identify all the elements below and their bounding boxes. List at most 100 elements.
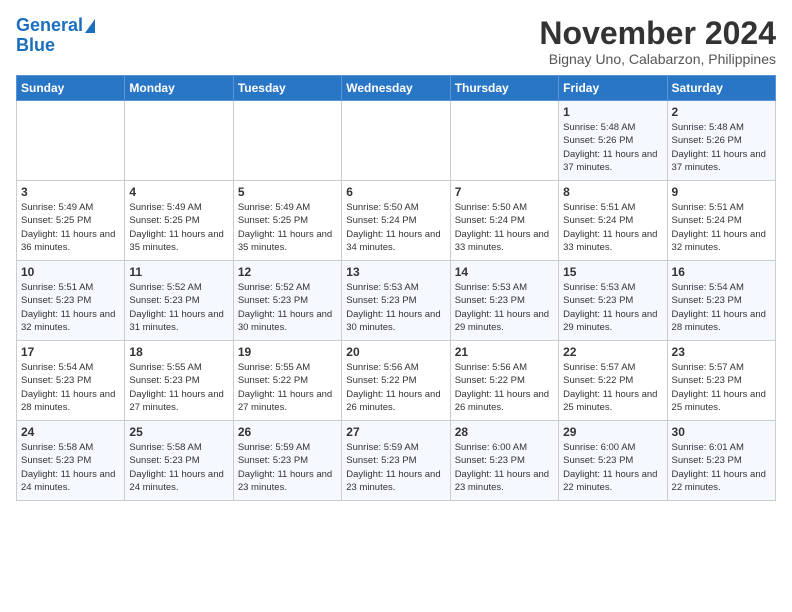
day-number: 18 <box>129 345 228 359</box>
day-number: 27 <box>346 425 445 439</box>
logo: General Blue <box>16 16 95 56</box>
day-number: 22 <box>563 345 662 359</box>
calendar-cell: 29 Sunrise: 6:00 AM Sunset: 5:23 PM Dayli… <box>559 421 667 501</box>
calendar-table: SundayMondayTuesdayWednesdayThursdayFrid… <box>16 75 776 501</box>
day-number: 19 <box>238 345 337 359</box>
logo-arrow-icon <box>85 19 95 33</box>
day-number: 15 <box>563 265 662 279</box>
day-info: Sunrise: 5:49 AM Sunset: 5:25 PM Dayligh… <box>21 201 120 254</box>
calendar-week-row: 1 Sunrise: 5:48 AM Sunset: 5:26 PM Daylig… <box>17 101 776 181</box>
day-info: Sunrise: 5:52 AM Sunset: 5:23 PM Dayligh… <box>238 281 337 334</box>
logo-text: General <box>16 16 83 36</box>
day-number: 2 <box>672 105 771 119</box>
day-number: 28 <box>455 425 554 439</box>
calendar-cell: 6 Sunrise: 5:50 AM Sunset: 5:24 PM Daylig… <box>342 181 450 261</box>
day-info: Sunrise: 5:51 AM Sunset: 5:23 PM Dayligh… <box>21 281 120 334</box>
day-info: Sunrise: 5:58 AM Sunset: 5:23 PM Dayligh… <box>21 441 120 494</box>
day-number: 3 <box>21 185 120 199</box>
calendar-cell: 15Sunrise: 5:53 AM Sunset: 5:23 PM Dayli… <box>559 261 667 341</box>
calendar-cell: 25 Sunrise: 5:58 AM Sunset: 5:23 PM Dayli… <box>125 421 233 501</box>
day-info: Sunrise: 5:49 AM Sunset: 5:25 PM Dayligh… <box>129 201 228 254</box>
calendar-cell <box>233 101 341 181</box>
calendar-cell: 30Sunrise: 6:01 AM Sunset: 5:23 PM Dayli… <box>667 421 775 501</box>
day-number: 6 <box>346 185 445 199</box>
header-thursday: Thursday <box>450 76 558 101</box>
calendar-cell <box>450 101 558 181</box>
day-info: Sunrise: 5:50 AM Sunset: 5:24 PM Dayligh… <box>346 201 445 254</box>
day-number: 23 <box>672 345 771 359</box>
day-info: Sunrise: 5:59 AM Sunset: 5:23 PM Dayligh… <box>238 441 337 494</box>
calendar-cell: 9 Sunrise: 5:51 AM Sunset: 5:24 PM Daylig… <box>667 181 775 261</box>
day-info: Sunrise: 5:48 AM Sunset: 5:26 PM Dayligh… <box>563 121 662 174</box>
day-info: Sunrise: 5:53 AM Sunset: 5:23 PM Dayligh… <box>346 281 445 334</box>
header-wednesday: Wednesday <box>342 76 450 101</box>
calendar-cell: 27 Sunrise: 5:59 AM Sunset: 5:23 PM Dayli… <box>342 421 450 501</box>
day-number: 14 <box>455 265 554 279</box>
month-title: November 2024 <box>539 16 776 51</box>
day-info: Sunrise: 5:58 AM Sunset: 5:23 PM Dayligh… <box>129 441 228 494</box>
day-info: Sunrise: 5:56 AM Sunset: 5:22 PM Dayligh… <box>455 361 554 414</box>
location-subtitle: Bignay Uno, Calabarzon, Philippines <box>539 51 776 67</box>
day-info: Sunrise: 6:00 AM Sunset: 5:23 PM Dayligh… <box>563 441 662 494</box>
calendar-cell: 8Sunrise: 5:51 AM Sunset: 5:24 PM Daylig… <box>559 181 667 261</box>
calendar-cell: 4 Sunrise: 5:49 AM Sunset: 5:25 PM Daylig… <box>125 181 233 261</box>
day-info: Sunrise: 5:59 AM Sunset: 5:23 PM Dayligh… <box>346 441 445 494</box>
page-header: General Blue November 2024 Bignay Uno, C… <box>16 16 776 67</box>
day-number: 16 <box>672 265 771 279</box>
calendar-cell: 14Sunrise: 5:53 AM Sunset: 5:23 PM Dayli… <box>450 261 558 341</box>
calendar-cell: 1 Sunrise: 5:48 AM Sunset: 5:26 PM Daylig… <box>559 101 667 181</box>
day-number: 17 <box>21 345 120 359</box>
calendar-cell: 20 Sunrise: 5:56 AM Sunset: 5:22 PM Dayli… <box>342 341 450 421</box>
calendar-cell: 22 Sunrise: 5:57 AM Sunset: 5:22 PM Dayli… <box>559 341 667 421</box>
calendar-cell: 18 Sunrise: 5:55 AM Sunset: 5:23 PM Dayli… <box>125 341 233 421</box>
day-info: Sunrise: 6:01 AM Sunset: 5:23 PM Dayligh… <box>672 441 771 494</box>
day-number: 4 <box>129 185 228 199</box>
calendar-cell: 7Sunrise: 5:50 AM Sunset: 5:24 PM Daylig… <box>450 181 558 261</box>
calendar-week-row: 17 Sunrise: 5:54 AM Sunset: 5:23 PM Dayli… <box>17 341 776 421</box>
header-sunday: Sunday <box>17 76 125 101</box>
calendar-cell: 2 Sunrise: 5:48 AM Sunset: 5:26 PM Daylig… <box>667 101 775 181</box>
day-info: Sunrise: 5:54 AM Sunset: 5:23 PM Dayligh… <box>21 361 120 414</box>
day-info: Sunrise: 5:57 AM Sunset: 5:23 PM Dayligh… <box>672 361 771 414</box>
day-info: Sunrise: 5:51 AM Sunset: 5:24 PM Dayligh… <box>672 201 771 254</box>
calendar-cell: 28 Sunrise: 6:00 AM Sunset: 5:23 PM Dayli… <box>450 421 558 501</box>
day-number: 12 <box>238 265 337 279</box>
calendar-cell: 10 Sunrise: 5:51 AM Sunset: 5:23 PM Dayli… <box>17 261 125 341</box>
calendar-header-row: SundayMondayTuesdayWednesdayThursdayFrid… <box>17 76 776 101</box>
calendar-cell <box>17 101 125 181</box>
logo-text-blue: Blue <box>16 36 55 56</box>
day-number: 5 <box>238 185 337 199</box>
header-tuesday: Tuesday <box>233 76 341 101</box>
calendar-cell <box>342 101 450 181</box>
day-number: 20 <box>346 345 445 359</box>
calendar-cell: 26 Sunrise: 5:59 AM Sunset: 5:23 PM Dayli… <box>233 421 341 501</box>
calendar-cell: 24 Sunrise: 5:58 AM Sunset: 5:23 PM Dayli… <box>17 421 125 501</box>
day-number: 26 <box>238 425 337 439</box>
day-info: Sunrise: 5:52 AM Sunset: 5:23 PM Dayligh… <box>129 281 228 334</box>
calendar-cell <box>125 101 233 181</box>
day-number: 7 <box>455 185 554 199</box>
day-number: 8 <box>563 185 662 199</box>
day-info: Sunrise: 5:55 AM Sunset: 5:22 PM Dayligh… <box>238 361 337 414</box>
day-number: 9 <box>672 185 771 199</box>
header-friday: Friday <box>559 76 667 101</box>
day-number: 1 <box>563 105 662 119</box>
calendar-week-row: 10 Sunrise: 5:51 AM Sunset: 5:23 PM Dayli… <box>17 261 776 341</box>
calendar-cell: 17 Sunrise: 5:54 AM Sunset: 5:23 PM Dayli… <box>17 341 125 421</box>
day-number: 13 <box>346 265 445 279</box>
day-number: 24 <box>21 425 120 439</box>
day-number: 10 <box>21 265 120 279</box>
day-info: Sunrise: 5:56 AM Sunset: 5:22 PM Dayligh… <box>346 361 445 414</box>
header-monday: Monday <box>125 76 233 101</box>
calendar-week-row: 24 Sunrise: 5:58 AM Sunset: 5:23 PM Dayli… <box>17 421 776 501</box>
calendar-week-row: 3 Sunrise: 5:49 AM Sunset: 5:25 PM Daylig… <box>17 181 776 261</box>
day-number: 25 <box>129 425 228 439</box>
day-info: Sunrise: 5:49 AM Sunset: 5:25 PM Dayligh… <box>238 201 337 254</box>
day-number: 29 <box>563 425 662 439</box>
header-saturday: Saturday <box>667 76 775 101</box>
day-info: Sunrise: 5:48 AM Sunset: 5:26 PM Dayligh… <box>672 121 771 174</box>
calendar-cell: 16Sunrise: 5:54 AM Sunset: 5:23 PM Dayli… <box>667 261 775 341</box>
day-info: Sunrise: 5:55 AM Sunset: 5:23 PM Dayligh… <box>129 361 228 414</box>
day-info: Sunrise: 5:57 AM Sunset: 5:22 PM Dayligh… <box>563 361 662 414</box>
day-info: Sunrise: 6:00 AM Sunset: 5:23 PM Dayligh… <box>455 441 554 494</box>
